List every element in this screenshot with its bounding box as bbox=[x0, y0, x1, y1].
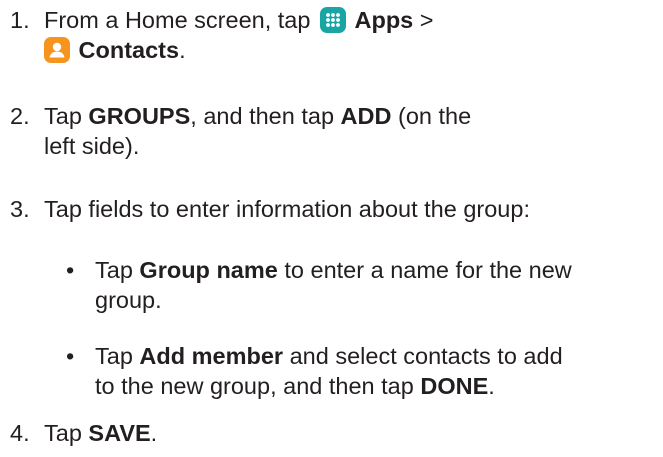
instructions-page: 1. From a Home screen, tap Apps > Contac… bbox=[0, 0, 663, 457]
done-label: DONE bbox=[420, 373, 489, 399]
step-number: 4. bbox=[10, 420, 30, 446]
apps-icon bbox=[319, 7, 346, 33]
step-text: Tap GROUPS, and then tap ADD (on the lef… bbox=[44, 103, 472, 159]
step-text: From a Home screen, tap Apps > Contacts. bbox=[44, 7, 434, 63]
save-label: SAVE bbox=[88, 420, 151, 446]
contacts-icon bbox=[44, 37, 70, 63]
bullet-text: Tap Group name to enter a name for the n… bbox=[95, 257, 572, 313]
apps-label: Apps bbox=[354, 7, 414, 33]
add-label: ADD bbox=[340, 103, 392, 129]
bullet-dot: • bbox=[66, 257, 75, 283]
step-text: Tap fields to enter information about th… bbox=[44, 196, 530, 222]
contacts-label: Contacts bbox=[78, 37, 180, 63]
bullet-text: Tap Add member and select contacts to ad… bbox=[95, 343, 563, 399]
step-number: 3. bbox=[10, 196, 30, 222]
step-number: 1. bbox=[10, 7, 30, 33]
group-name-label: Group name bbox=[139, 257, 278, 283]
bullet-dot: • bbox=[66, 343, 75, 369]
add-member-label: Add member bbox=[139, 343, 284, 369]
step-text: Tap SAVE. bbox=[44, 420, 158, 446]
groups-label: GROUPS bbox=[88, 103, 191, 129]
step-number: 2. bbox=[10, 103, 30, 129]
